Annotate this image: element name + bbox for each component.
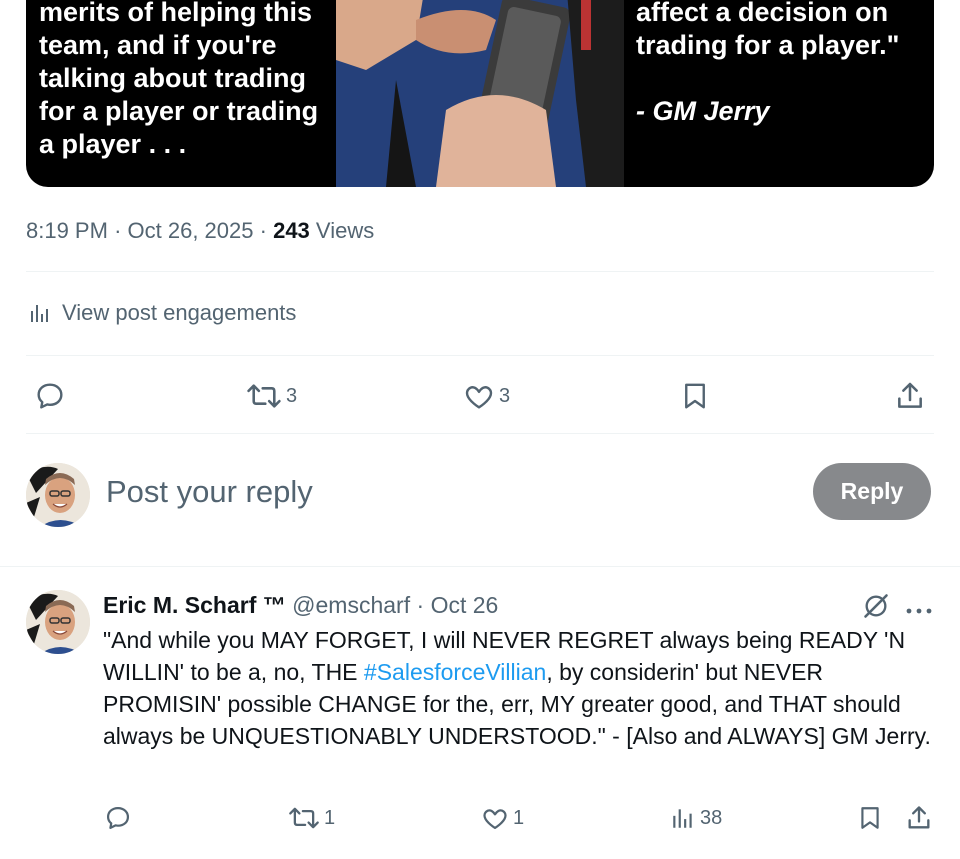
reply-text: "And while you MAY FORGET, I will NEVER … (103, 624, 943, 752)
hashtag-link[interactable]: #SalesforceVillian (364, 659, 546, 685)
post-meta: 8:19 PM · Oct 26, 2025 · 243 Views (26, 218, 374, 244)
photo-illustration (336, 0, 624, 187)
bookmark-icon (861, 807, 879, 829)
meta-separator: · (416, 592, 425, 618)
reply-icon (106, 806, 130, 830)
avatar-image (26, 463, 90, 527)
reply-retweet-count: 1 (324, 806, 336, 829)
post-media[interactable]: merits of helping this team, and if you'… (26, 0, 934, 187)
media-left-line: a player . . . (39, 129, 187, 159)
reply-retweet-button[interactable]: 1 (288, 804, 335, 832)
media-left-line: team, and if you're (39, 30, 277, 60)
media-left-caption: merits of helping this team, and if you'… (39, 0, 339, 161)
reply-date[interactable]: Oct 26 (431, 592, 499, 618)
reply-views-count: 38 (700, 806, 723, 829)
views-count: 243 (273, 218, 310, 243)
reply-icon (37, 383, 63, 409)
reply-bookmark-button[interactable] (857, 804, 883, 832)
post-date[interactable]: Oct 26, 2025 (128, 218, 254, 243)
like-action-button[interactable]: 3 (463, 380, 510, 412)
media-signature: - GM Jerry (636, 96, 770, 126)
media-photo (336, 0, 624, 187)
divider (26, 433, 934, 434)
reply-like-button[interactable]: 1 (481, 804, 524, 832)
section-divider (0, 566, 960, 567)
reply-action-button[interactable] (34, 380, 66, 412)
reply-views-button[interactable]: 38 (670, 804, 722, 832)
share-icon (898, 382, 922, 408)
reply-button[interactable]: Reply (813, 463, 931, 520)
heart-icon (483, 809, 507, 830)
media-right-line: affect a decision on (636, 0, 889, 27)
media-left-line: talking about trading (39, 63, 306, 93)
analytics-icon (31, 305, 48, 322)
meta-separator: · (114, 218, 128, 243)
author-name[interactable]: Eric M. Scharf ™ (103, 592, 286, 618)
media-left-line: merits of helping this (39, 0, 313, 27)
view-engagements-label: View post engagements (62, 300, 297, 325)
reply-author-avatar[interactable] (26, 590, 90, 654)
reply-like-count: 1 (513, 806, 525, 829)
share-icon (908, 806, 930, 829)
views-label: Views (315, 218, 375, 243)
bookmark-action-button[interactable] (680, 380, 710, 412)
media-right-caption: affect a decision on trading for a playe… (636, 0, 926, 128)
avatar-image (26, 590, 90, 654)
retweet-icon (289, 807, 319, 829)
reply-author-line: Eric M. Scharf ™ @emscharf · Oct 26 (103, 592, 498, 619)
heart-icon (465, 386, 493, 409)
more-options-icon[interactable] (906, 602, 932, 620)
media-left-line: for a player or trading (39, 96, 319, 126)
meta-separator: · (259, 218, 274, 243)
analytics-icon (673, 809, 692, 828)
reply-input[interactable]: Post your reply (106, 474, 313, 510)
post-time[interactable]: 8:19 PM (26, 218, 108, 243)
share-action-button[interactable] (894, 380, 926, 412)
reply-reply-button[interactable] (104, 804, 132, 832)
retweet-action-button[interactable]: 3 (246, 380, 297, 412)
divider (26, 271, 934, 272)
ellipsis-glyph (906, 608, 932, 614)
media-right-line: trading for a player." (636, 30, 900, 60)
bookmark-icon (685, 383, 705, 409)
retweet-icon (247, 384, 281, 408)
user-avatar[interactable] (26, 463, 90, 527)
grok-glyph (864, 594, 888, 618)
divider (26, 355, 934, 356)
view-engagements-link[interactable]: View post engagements (28, 300, 296, 326)
retweet-count: 3 (286, 384, 298, 407)
author-handle[interactable]: @emscharf (292, 592, 410, 618)
like-count: 3 (499, 384, 511, 407)
reply-share-button[interactable] (905, 804, 933, 832)
grok-icon[interactable] (862, 592, 890, 625)
